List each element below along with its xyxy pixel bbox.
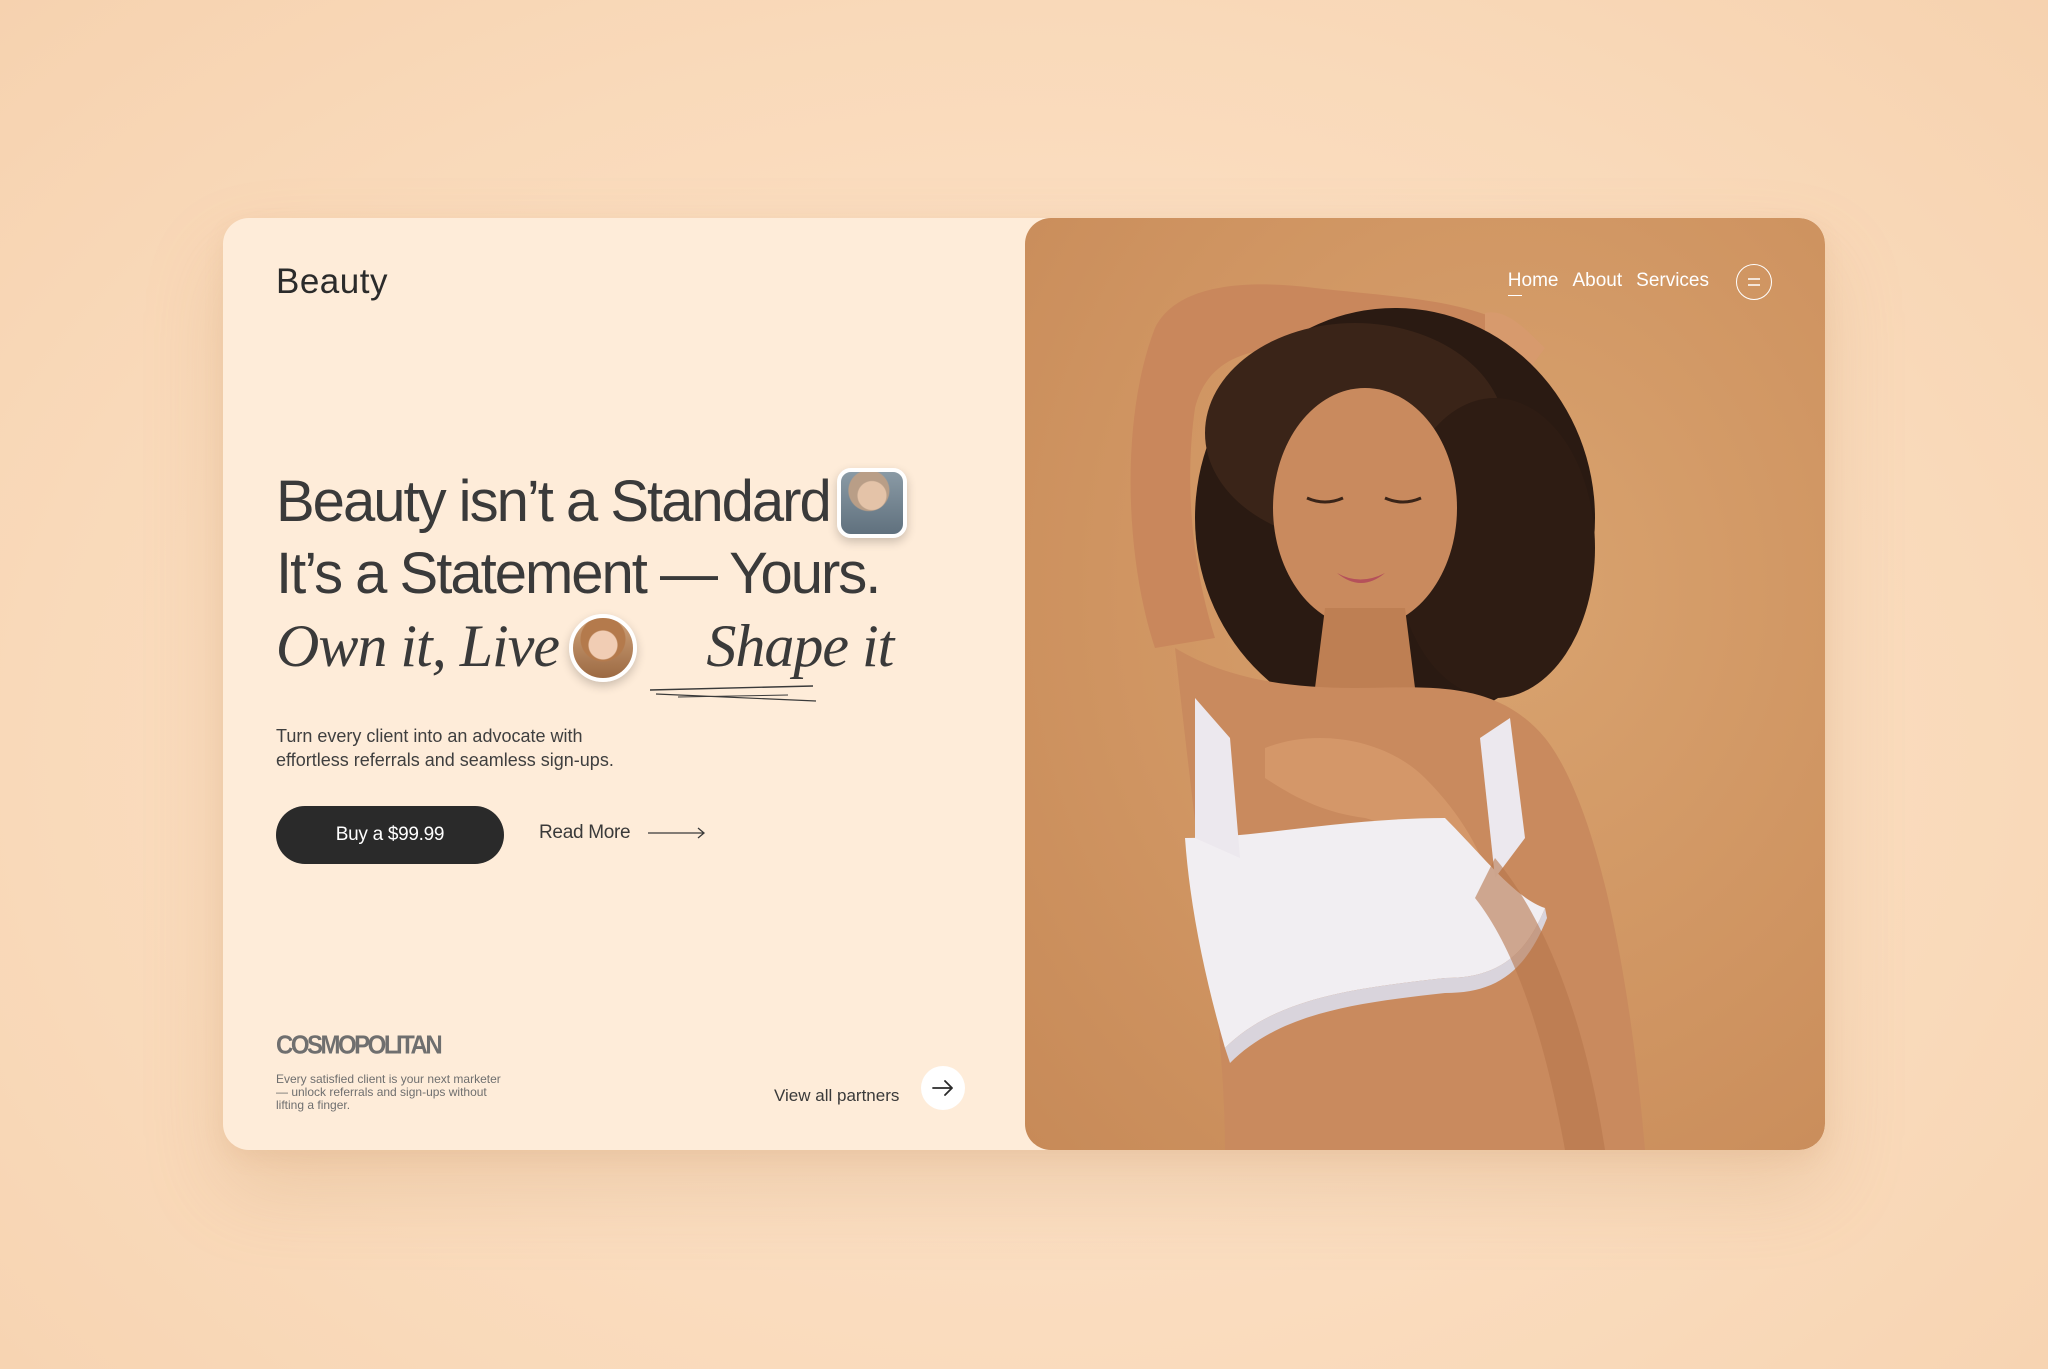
menu-icon xyxy=(1748,278,1760,286)
view-all-partners-link[interactable]: View all partners xyxy=(774,1086,899,1106)
headline-line-1: Beauty isn’t a Standard xyxy=(276,469,832,534)
hero-photo-panel: Home About Services xyxy=(1025,218,1825,1150)
hero-card: Beauty Beauty isn’t a Standard It’s a St… xyxy=(223,218,1825,1150)
nav-item-about[interactable]: About xyxy=(1572,270,1622,292)
view-partners-arrow-button[interactable] xyxy=(921,1066,965,1110)
read-more-link[interactable]: Read More xyxy=(539,822,706,844)
read-more-label: Read More xyxy=(539,822,631,843)
cosmopolitan-logo: COSMOPOLITAN xyxy=(276,1030,443,1061)
nav-item-services[interactable]: Services xyxy=(1636,270,1709,292)
model-photo xyxy=(1130,284,1645,1150)
arrow-right-icon xyxy=(932,1080,953,1096)
menu-button[interactable] xyxy=(1736,264,1772,300)
hero-subtitle: Turn every client into an advocate with … xyxy=(276,726,614,770)
long-arrow-right-icon xyxy=(648,827,706,839)
portrait-thumbnail-square xyxy=(837,468,907,538)
buy-button[interactable]: Buy a $99.99 xyxy=(276,806,504,864)
main-nav: Home About Services xyxy=(1507,270,1709,296)
scribble-underline-icon xyxy=(649,685,817,702)
brand-logo[interactable]: Beauty xyxy=(276,262,388,302)
headline-script-part-1: Own it, Live it, xyxy=(276,613,619,679)
headline-line-2: It’s a Statement — Yours. xyxy=(276,541,881,606)
partner-description: Every satisfied client is your next mark… xyxy=(276,1072,501,1112)
hero-left-panel: Beauty Beauty isn’t a Standard It’s a St… xyxy=(223,218,1025,1150)
portrait-thumbnail-round xyxy=(569,614,637,682)
nav-item-home[interactable]: Home xyxy=(1507,270,1558,296)
headline-script-part-2: Shape it xyxy=(706,613,894,679)
